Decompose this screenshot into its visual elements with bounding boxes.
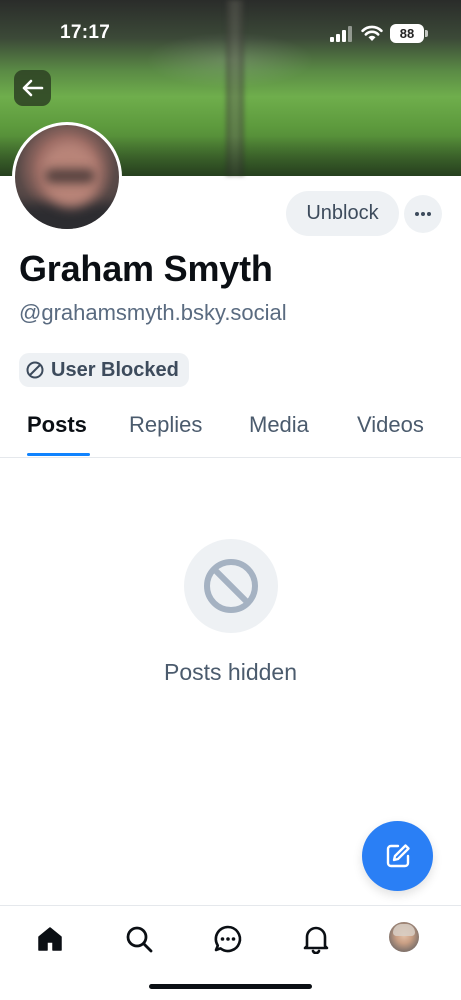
profile-avatar[interactable]	[12, 122, 122, 232]
tab-replies[interactable]: Replies	[129, 412, 202, 438]
compose-icon	[386, 844, 410, 868]
profile-tabs: Posts Replies Media Videos	[0, 402, 461, 458]
ban-icon	[204, 559, 258, 613]
home-indicator	[149, 984, 312, 989]
status-time: 17:17	[60, 22, 111, 43]
ellipsis-icon	[415, 212, 431, 216]
nav-notifications[interactable]	[299, 922, 333, 956]
active-tab-indicator	[27, 453, 90, 456]
home-icon	[38, 927, 62, 951]
bell-icon	[303, 926, 329, 954]
chat-icon	[214, 925, 242, 953]
nav-home[interactable]	[33, 922, 67, 956]
unblock-label: Unblock	[306, 202, 379, 224]
more-options-button[interactable]	[404, 195, 442, 233]
wifi-icon	[361, 25, 383, 41]
posts-hidden-message: Posts hidden	[164, 659, 297, 685]
unblock-button[interactable]: Unblock	[286, 191, 399, 236]
battery-level: 88	[399, 26, 415, 41]
profile-handle: @grahamsmyth.bsky.social	[19, 300, 287, 325]
user-blocked-label: User Blocked	[51, 358, 179, 381]
user-blocked-badge: User Blocked	[19, 353, 189, 387]
avatar-blur-glasses	[45, 169, 95, 183]
nav-search[interactable]	[122, 922, 156, 956]
battery-indicator: 88	[390, 24, 428, 43]
posts-hidden-icon-circle	[184, 539, 278, 633]
profile-display-name: Graham Smyth	[19, 248, 273, 289]
search-icon	[126, 926, 153, 953]
arrow-left-icon	[22, 79, 43, 97]
status-bar: 17:17 88	[0, 0, 461, 60]
nav-avatar-detail	[393, 924, 415, 936]
compose-post-button[interactable]	[362, 821, 433, 891]
nav-chat[interactable]	[211, 922, 245, 956]
tab-videos[interactable]: Videos	[357, 412, 424, 438]
signal-icon	[330, 26, 352, 42]
back-button[interactable]	[14, 70, 51, 106]
avatar-blur-shoulders	[15, 203, 119, 229]
tab-posts[interactable]: Posts	[27, 412, 87, 438]
nav-profile-avatar[interactable]	[389, 922, 419, 952]
ban-icon	[26, 361, 44, 379]
tab-media[interactable]: Media	[249, 412, 309, 438]
